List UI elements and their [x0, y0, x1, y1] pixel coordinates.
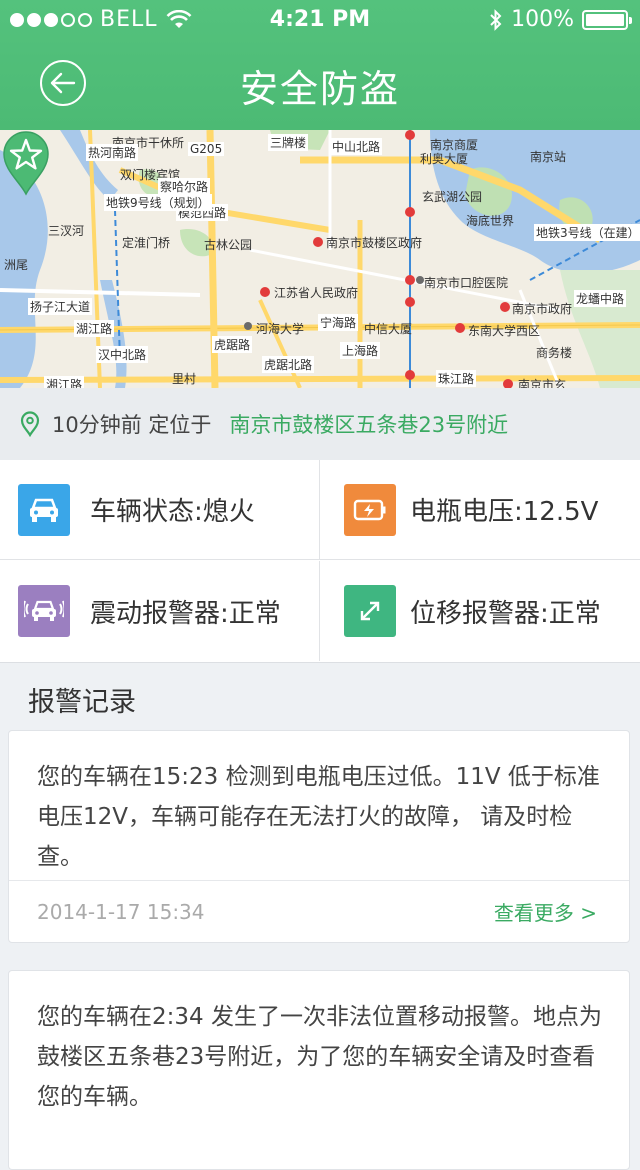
view-more-link[interactable]: 查看更多 >: [494, 897, 597, 926]
map-label: 古林公园: [204, 238, 253, 252]
expand-arrows-icon: [344, 585, 396, 637]
displacement-alarm-label: 位移报警器:正常: [410, 598, 601, 629]
map-label: 南京市玄: [518, 378, 567, 388]
map-label: 中山北路: [330, 138, 383, 155]
alarm-record-date: 2014-1-17 15:34: [37, 899, 205, 924]
alarm-record-card[interactable]: 您的车辆在15:23 检测到电瓶电压过低。11V 低于标准电压12V，车辆可能存…: [8, 730, 630, 943]
map-label: 热河南路: [86, 144, 139, 161]
map-label: 虎踞路: [212, 336, 253, 353]
map-label: 洲尾: [4, 258, 29, 272]
location-address-link[interactable]: 南京市鼓楼区五条巷23号附近: [229, 409, 508, 439]
map-label: 定淮门桥: [122, 236, 171, 250]
map-label: 南京市政府: [512, 302, 573, 316]
vehicle-location-pin-icon[interactable]: [0, 130, 52, 196]
alarm-records-title: 报警记录: [28, 687, 136, 718]
map-label: 上海路: [340, 342, 381, 359]
vibration-alarm-label: 震动报警器:正常: [90, 598, 281, 629]
alarm-record-card[interactable]: 您的车辆在2:34 发生了一次非法位置移动报警。地点为鼓楼区五条巷23号附近，为…: [8, 970, 630, 1170]
map-label: 扬子江大道: [28, 298, 93, 315]
vehicle-status-grid: 车辆状态:熄火 电瓶电压:12.5V 震动报警器:正常 位移报警器:正常: [0, 460, 640, 663]
map-label: 宁海路: [318, 314, 359, 331]
map-label: 南京市口腔医院: [424, 276, 509, 290]
alarm-record-footer: 2014-1-17 15:34 查看更多 >: [9, 880, 629, 942]
battery-voltage-cell: 电瓶电压:12.5V: [320, 460, 640, 560]
location-bar: 10分钟前 定位于 南京市鼓楼区五条巷23号附近: [0, 388, 640, 461]
map-label: 玄武湖公园: [422, 190, 483, 204]
map-label: 商务楼: [536, 346, 573, 360]
battery-charge-icon: [344, 483, 396, 536]
battery-icon: [582, 9, 632, 30]
map-label: 虎踞北路: [262, 356, 315, 373]
app-header: BELL 4:21 PM 100% 安全防盗: [0, 0, 640, 130]
battery-voltage-label: 电瓶电压:12.5V: [410, 497, 599, 527]
map-label: 里村: [172, 372, 197, 386]
vibration-alarm-cell: 震动报警器:正常: [0, 561, 320, 661]
map-label: 汉中北路: [96, 346, 149, 363]
map-label: 海底世界: [466, 214, 515, 228]
map-label: 河海大学: [256, 322, 305, 336]
vehicle-status-label: 车辆状态:熄火: [90, 497, 255, 527]
bluetooth-icon: [490, 8, 502, 31]
map-label: 中信大厦: [364, 322, 413, 336]
map-label: 江苏省人民政府: [274, 286, 359, 300]
vehicle-status-cell: 车辆状态:熄火: [0, 460, 320, 560]
alarm-record-text: 您的车辆在15:23 检测到电瓶电压过低。11V 低于标准电压12V，车辆可能存…: [37, 764, 600, 870]
map-label: 南京站: [530, 150, 567, 164]
alarm-record-text: 您的车辆在2:34 发生了一次非法位置移动报警。地点为鼓楼区五条巷23号附近，为…: [37, 1004, 602, 1110]
map-label: 南京市鼓楼区政府: [326, 236, 423, 250]
map-label: 湖江路: [74, 320, 115, 337]
map-label: 龙蟠中路: [574, 290, 627, 307]
map-label: 地铁9号线（规划）: [104, 194, 212, 211]
map-view[interactable]: 南京市干休所 双门楼宾馆 热河南路 G205 三牌楼 利奥大厦 玄武湖公园 海底…: [0, 130, 640, 388]
map-label: 南京商厦: [430, 138, 479, 152]
map-label: 察哈尔路: [158, 178, 211, 195]
map-label: 珠江路: [436, 370, 477, 387]
status-bar: BELL 4:21 PM 100%: [0, 0, 640, 40]
map-label: 东南大学西区: [468, 324, 541, 338]
page-title: 安全防盗: [239, 67, 400, 111]
battery-percent: 100%: [511, 7, 574, 32]
map-label: G205: [188, 142, 225, 156]
displacement-alarm-cell: 位移报警器:正常: [320, 561, 640, 661]
vibration-car-icon: [18, 585, 70, 637]
location-pin-icon: [20, 411, 40, 437]
map-label: 地铁3号线（在建）: [534, 224, 640, 241]
map-label: 三牌楼: [268, 134, 309, 151]
location-time-text: 10分钟前 定位于: [52, 413, 212, 437]
map-label: 三汊河: [48, 224, 85, 238]
map-label: 湘江路: [44, 376, 85, 388]
car-icon: [18, 483, 70, 536]
